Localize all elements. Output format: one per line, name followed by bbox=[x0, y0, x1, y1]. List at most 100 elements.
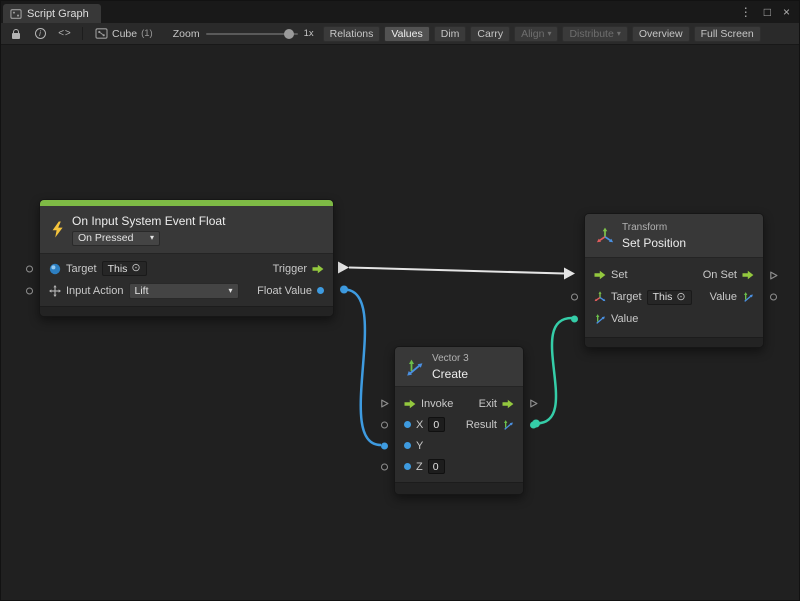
info-icon: i bbox=[35, 28, 46, 39]
z-label: Z bbox=[416, 461, 423, 473]
port-invoke-input[interactable] bbox=[380, 399, 389, 408]
z-value-field[interactable]: 0 bbox=[428, 459, 445, 474]
chevron-down-icon: ▾ bbox=[547, 30, 551, 38]
lightning-bolt-icon bbox=[51, 221, 64, 238]
y-float-port[interactable] bbox=[404, 442, 411, 449]
graph-toolbar: i < > Cube (1) Zoom 1x Relations Values … bbox=[1, 23, 799, 45]
invoke-label: Invoke bbox=[421, 398, 453, 410]
script-graph-tab-icon bbox=[10, 8, 22, 20]
dim-button[interactable]: Dim bbox=[434, 26, 467, 42]
lock-icon-body bbox=[12, 33, 20, 39]
vector-x-row: X 0 Result bbox=[395, 414, 523, 435]
align-label: Align bbox=[521, 28, 544, 40]
close-icon[interactable]: × bbox=[783, 6, 790, 18]
trigger-label: Trigger bbox=[273, 263, 307, 275]
input-action-value: Lift bbox=[135, 285, 149, 297]
code-icon: < > bbox=[58, 28, 69, 39]
float-output-port-dot[interactable] bbox=[340, 286, 348, 294]
exit-label: Exit bbox=[479, 398, 497, 410]
lock-button[interactable] bbox=[6, 25, 26, 43]
overview-button[interactable]: Overview bbox=[632, 26, 690, 42]
z-float-port[interactable] bbox=[404, 463, 411, 470]
flow-arrow-icon[interactable] bbox=[742, 270, 754, 280]
input-action-dropdown[interactable]: Lift ▾ bbox=[129, 283, 239, 299]
code-view-button[interactable]: < > bbox=[54, 25, 74, 43]
zoom-slider-handle[interactable] bbox=[284, 29, 294, 39]
target-object-count: (1) bbox=[141, 28, 153, 39]
toolbar-divider bbox=[82, 27, 83, 40]
port-x-input[interactable] bbox=[380, 420, 389, 429]
align-button[interactable]: Align▾ bbox=[514, 26, 558, 42]
event-inputaction-row: Input Action Lift ▾ Float Value bbox=[40, 280, 333, 301]
transform-target-row: Target This ⊙ Value bbox=[585, 286, 763, 308]
port-z-input[interactable] bbox=[380, 462, 389, 471]
vector3-value-icon[interactable] bbox=[742, 291, 754, 303]
node-name: Set Position bbox=[622, 236, 686, 250]
wire-floatvalue-to-y[interactable] bbox=[344, 290, 381, 446]
port-result-output[interactable] bbox=[529, 420, 538, 429]
zoom-slider[interactable] bbox=[206, 27, 298, 41]
value-in-label: Value bbox=[611, 313, 638, 325]
port-y-input[interactable] bbox=[380, 441, 389, 450]
target-this-value: This bbox=[653, 291, 673, 303]
vector3-value-icon bbox=[594, 313, 606, 325]
maximize-icon[interactable]: □ bbox=[764, 6, 771, 18]
carry-button[interactable]: Carry bbox=[470, 26, 510, 42]
distribute-button[interactable]: Distribute▾ bbox=[562, 26, 627, 42]
object-picker-icon[interactable]: ⊙ bbox=[676, 292, 685, 303]
float-value-label: Float Value bbox=[257, 285, 312, 297]
target-this-value: This bbox=[108, 263, 128, 275]
flow-arrow-icon[interactable] bbox=[594, 270, 606, 280]
port-on-set-output[interactable] bbox=[769, 271, 778, 280]
input-action-icon bbox=[49, 285, 61, 297]
port-value-output[interactable] bbox=[769, 293, 778, 302]
port-input-action-input[interactable] bbox=[25, 286, 34, 295]
target-this-chip[interactable]: This ⊙ bbox=[647, 290, 692, 305]
node-name: Create bbox=[432, 367, 469, 381]
vector-node-header[interactable]: Vector 3 Create bbox=[395, 347, 523, 387]
object-picker-icon[interactable]: ⊙ bbox=[131, 263, 140, 274]
node-type: Transform bbox=[622, 222, 686, 233]
wire-trigger-to-set[interactable] bbox=[349, 268, 564, 274]
port-value-input[interactable] bbox=[570, 315, 579, 324]
flow-arrow-icon[interactable] bbox=[502, 399, 514, 409]
chevron-down-icon: ▾ bbox=[150, 234, 154, 242]
graph-target-selector[interactable]: Cube (1) bbox=[91, 27, 157, 40]
target-object-name: Cube bbox=[112, 28, 137, 40]
gameobject-icon bbox=[49, 263, 61, 275]
port-transform-target-input[interactable] bbox=[570, 293, 579, 302]
event-mode-dropdown[interactable]: On Pressed ▾ bbox=[72, 231, 160, 246]
node-footer bbox=[395, 482, 523, 494]
node-vector3-create[interactable]: Vector 3 Create Invoke Exit bbox=[394, 346, 524, 495]
script-icon bbox=[95, 27, 108, 40]
vector-flow-row: Invoke Exit bbox=[395, 393, 523, 414]
tab-script-graph[interactable]: Script Graph bbox=[3, 4, 101, 23]
values-button[interactable]: Values bbox=[384, 26, 429, 42]
flow-arrow-icon[interactable] bbox=[404, 399, 416, 409]
port-event-target-input[interactable] bbox=[25, 264, 34, 273]
unity-script-graph-window: Script Graph ⋮ □ × i < > Cube (1) Zoom 1… bbox=[0, 0, 800, 601]
vector-z-row: Z 0 bbox=[395, 456, 523, 477]
node-type: Vector 3 bbox=[432, 353, 469, 364]
port-exit-output[interactable] bbox=[529, 399, 538, 408]
target-label: Target bbox=[66, 263, 97, 275]
x-value-field[interactable]: 0 bbox=[428, 417, 445, 432]
target-this-chip[interactable]: This ⊙ bbox=[102, 261, 147, 276]
node-on-input-system-event-float[interactable]: On Input System Event Float On Pressed ▾… bbox=[39, 199, 334, 317]
node-transform-set-position[interactable]: Transform Set Position Set On Set bbox=[584, 213, 764, 348]
relations-button[interactable]: Relations bbox=[323, 26, 381, 42]
vector3-result-icon[interactable] bbox=[502, 419, 514, 431]
menu-icon[interactable]: ⋮ bbox=[740, 6, 752, 18]
flow-arrow-icon[interactable] bbox=[312, 264, 324, 274]
transform-node-header[interactable]: Transform Set Position bbox=[585, 214, 763, 258]
event-node-header[interactable]: On Input System Event Float On Pressed ▾ bbox=[40, 206, 333, 254]
y-label: Y bbox=[416, 440, 423, 452]
float-value-port[interactable] bbox=[317, 287, 324, 294]
node-footer bbox=[585, 337, 763, 347]
info-button[interactable]: i bbox=[30, 25, 50, 43]
wire-result-to-value[interactable] bbox=[536, 318, 572, 424]
fullscreen-button[interactable]: Full Screen bbox=[694, 26, 761, 42]
x-float-port[interactable] bbox=[404, 421, 411, 428]
zoom-label: Zoom bbox=[173, 28, 200, 40]
graph-canvas[interactable]: On Input System Event Float On Pressed ▾… bbox=[1, 45, 799, 600]
